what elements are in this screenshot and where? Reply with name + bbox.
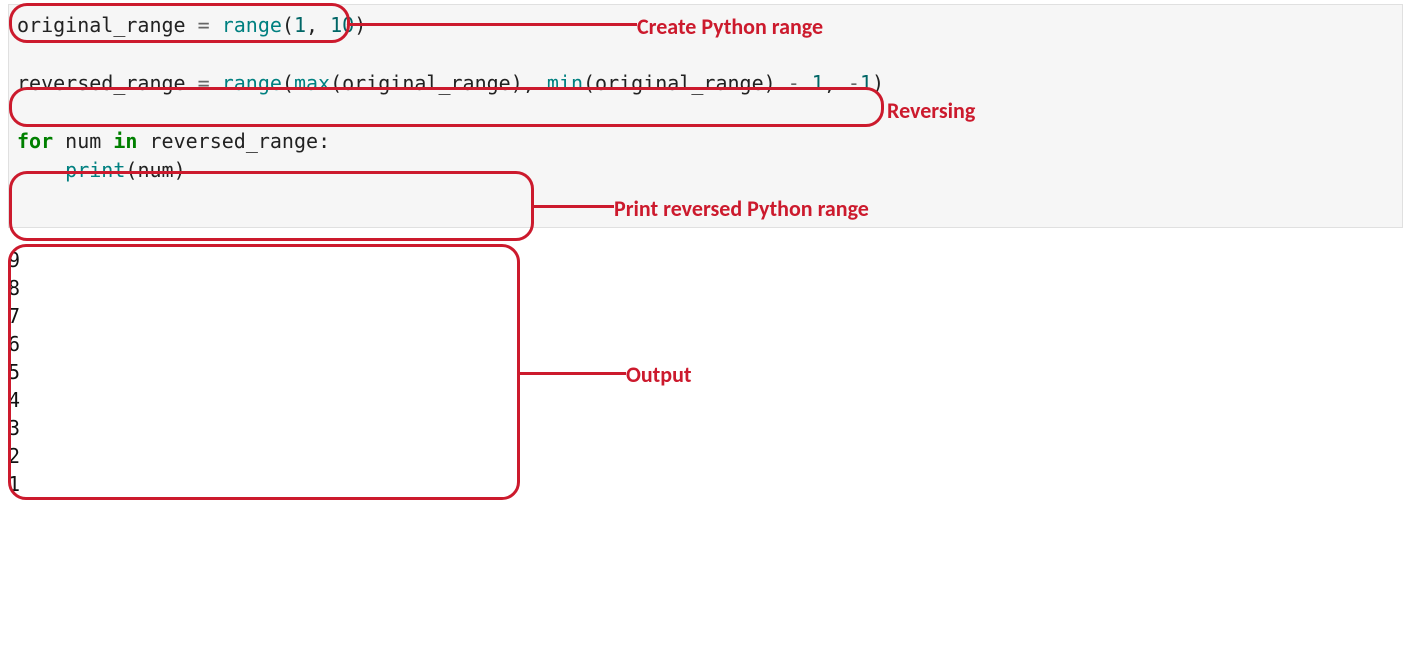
code-token: in [113, 129, 137, 153]
code-token: ( [330, 71, 342, 95]
code-token: reversed_range [17, 71, 186, 95]
code-token: ) [354, 13, 366, 37]
code-token: original_range [595, 71, 764, 95]
code-token: original_range [17, 13, 186, 37]
code-token: - [776, 71, 812, 95]
output-block: 9 8 7 6 5 4 3 2 1 Output [8, 246, 1403, 498]
code-token: min [547, 71, 583, 95]
code-token [53, 129, 65, 153]
code-token: print [65, 158, 125, 182]
code-token: ( [282, 13, 294, 37]
output-text: 9 8 7 6 5 4 3 2 1 [8, 246, 1403, 498]
code-token: ( [125, 158, 137, 182]
code-token: = [186, 71, 222, 95]
code-token: 1 [812, 71, 824, 95]
code-token: ) [764, 71, 776, 95]
code-token: , [523, 71, 547, 95]
code-token [101, 129, 113, 153]
code-token: 1 [294, 13, 306, 37]
code-token: num [65, 129, 101, 153]
code-token: - [848, 71, 860, 95]
code-token: ) [872, 71, 884, 95]
code-token: ) [174, 158, 186, 182]
code-token: ( [282, 71, 294, 95]
annotation-label-print: Print reversed Python range [614, 193, 869, 225]
code-token: original_range [342, 71, 511, 95]
code-token: , [824, 71, 848, 95]
code-token [137, 129, 149, 153]
code-token: , [306, 13, 330, 37]
code-block: original_range = range(1, 10) reversed_r… [8, 4, 1403, 228]
code-token: for [17, 129, 53, 153]
code-token: 1 [860, 71, 872, 95]
annotation-connector-print [534, 205, 614, 208]
code-token: ( [583, 71, 595, 95]
code-token: 10 [330, 13, 354, 37]
code-token: reversed_range [149, 129, 318, 153]
code-token: range [222, 13, 282, 37]
code-token: num [137, 158, 173, 182]
code-token: : [318, 129, 330, 153]
code-token: range [222, 71, 282, 95]
code-token: = [186, 13, 222, 37]
code-token: max [294, 71, 330, 95]
code-token: ) [511, 71, 523, 95]
code-text: original_range = range(1, 10) reversed_r… [17, 11, 1394, 185]
code-token [17, 158, 65, 182]
